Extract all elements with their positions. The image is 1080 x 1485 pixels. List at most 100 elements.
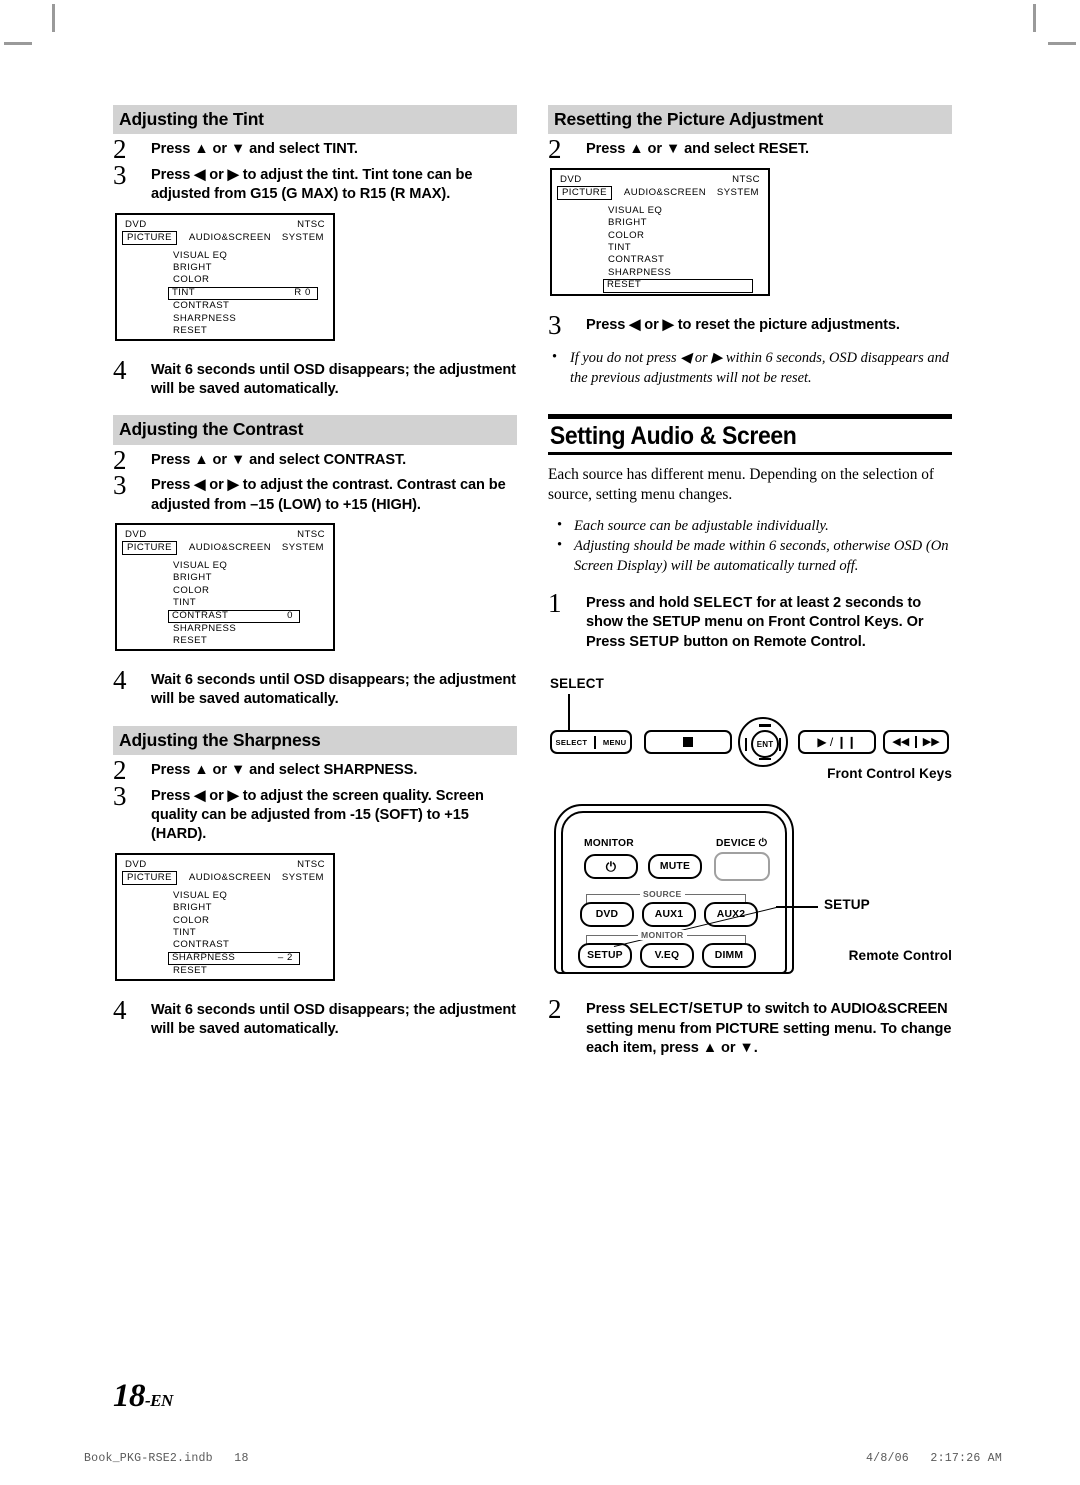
osd-item[interactable]: BRIGHT: [169, 262, 301, 274]
osd-item[interactable]: BRIGHT: [604, 217, 736, 229]
osd-source: DVD: [125, 218, 147, 230]
osd-item-label: BRIGHT: [608, 217, 647, 229]
osd-item[interactable]: SHARPNESS: [604, 267, 736, 279]
osd-item-label: TINT: [172, 286, 196, 298]
osd-tab-system[interactable]: SYSTEM: [278, 542, 325, 554]
osd-tab-system[interactable]: SYSTEM: [278, 872, 325, 884]
down-arrow-icon[interactable]: [759, 757, 771, 761]
osd-tab-audio-screen[interactable]: AUDIO&SCREEN: [185, 872, 275, 884]
step-number: 3: [548, 309, 562, 340]
step-text-segment: Press: [586, 1001, 630, 1018]
osd-item-list: VISUAL EQ BRIGHT COLOR TINT CONTRAST SHA…: [552, 205, 768, 293]
section-heading: Adjusting the Tint: [113, 105, 517, 135]
osd-item-label: CONTRAST: [172, 609, 229, 621]
osd-item[interactable]: CONTRAST: [604, 254, 736, 266]
section-heading: Adjusting the Contrast: [113, 415, 517, 445]
osd-item[interactable]: COLOR: [604, 230, 736, 242]
ent-key[interactable]: ENT: [751, 730, 779, 759]
remote-control-caption: Remote Control: [848, 948, 952, 964]
skip-back-icon[interactable]: ◀◀: [892, 736, 909, 748]
osd-item-label: VISUAL EQ: [608, 204, 663, 216]
osd-item[interactable]: CONTRAST: [169, 300, 301, 312]
step-text: Press ▲ or ▼ and select SHARPNESS.: [151, 762, 418, 779]
dimm-button[interactable]: DIMM: [702, 943, 756, 969]
osd-item[interactable]: VISUAL EQ: [604, 205, 736, 217]
select-callout-leader: [568, 694, 570, 733]
veq-button[interactable]: V.EQ: [640, 943, 694, 969]
device-power-button[interactable]: [714, 852, 770, 882]
osd-item[interactable]: RESET: [169, 965, 301, 977]
osd-item[interactable]: TINT: [169, 597, 301, 609]
osd-item[interactable]: COLOR: [169, 585, 301, 597]
osd-item[interactable]: CONTRAST: [169, 939, 301, 951]
osd-item[interactable]: TINT: [604, 242, 736, 254]
left-arrow-icon[interactable]: [745, 738, 748, 752]
aux1-button[interactable]: AUX1: [642, 902, 696, 928]
osd-item[interactable]: BRIGHT: [169, 902, 301, 914]
select-menu-key[interactable]: SELECT MENU: [550, 730, 632, 755]
osd-item-selected[interactable]: SHARPNESS – 2: [168, 951, 300, 966]
osd-item-label: COLOR: [173, 584, 210, 596]
osd-item[interactable]: RESET: [169, 635, 301, 647]
osd-item[interactable]: TINT: [169, 927, 301, 939]
dvd-button[interactable]: DVD: [580, 902, 634, 928]
osd-item-label: CONTRAST: [173, 939, 230, 951]
osd-tab-picture[interactable]: PICTURE: [122, 870, 177, 885]
osd-tab-system[interactable]: SYSTEM: [713, 187, 760, 199]
footer-filename: Book_PKG-RSE2.indb 18: [84, 1452, 249, 1465]
osd-item-selected[interactable]: TINT R 0: [168, 286, 318, 301]
setup-button[interactable]: SETUP: [578, 943, 632, 969]
chapter-rule-bottom: [548, 452, 952, 455]
step-text: Press ▲ or ▼ and select TINT.: [151, 141, 358, 158]
page-number: 18-EN: [113, 1378, 173, 1415]
front-control-keys-diagram: SELECT SELECT MENU ENT ▶ / ❙❙ ◀◀ ▶▶ Fron…: [548, 672, 952, 792]
osd-tab-picture[interactable]: PICTURE: [557, 185, 612, 200]
osd-item[interactable]: RESET: [169, 325, 301, 337]
osd-item-label: COLOR: [173, 274, 210, 286]
step-number: 4: [113, 665, 127, 695]
osd-tab-picture[interactable]: PICTURE: [122, 541, 177, 555]
osd-item[interactable]: VISUAL EQ: [169, 560, 301, 572]
osd-standard: NTSC: [297, 218, 325, 230]
chapter-setting-audio-and-screen: Setting Audio & Screen: [548, 414, 952, 455]
step-text-segment: Press and hold: [586, 595, 694, 612]
mute-button[interactable]: MUTE: [648, 854, 702, 880]
osd-tab-picture[interactable]: PICTURE: [122, 230, 177, 245]
osd-item-list: VISUAL EQ BRIGHT COLOR TINT R 0 CONTRAST…: [117, 250, 333, 338]
osd-tab-audio-screen[interactable]: AUDIO&SCREEN: [185, 542, 275, 554]
osd-tab-row: PICTURE AUDIO&SCREEN SYSTEM: [117, 540, 333, 555]
power-button[interactable]: ⏻: [584, 854, 638, 880]
osd-item[interactable]: VISUAL EQ: [169, 890, 301, 902]
osd-header-row: DVD NTSC: [117, 525, 333, 540]
ent-navigation-pad[interactable]: ENT: [738, 717, 788, 768]
device-text: DEVICE: [716, 838, 756, 850]
osd-item-label: SHARPNESS: [608, 266, 672, 278]
monitor-group-label: MONITOR: [638, 930, 687, 941]
osd-item[interactable]: VISUAL EQ: [169, 250, 301, 262]
step: 2 Press ▲ or ▼ and select RESET.: [548, 136, 952, 163]
step: 4 Wait 6 seconds until OSD disappears; t…: [113, 667, 517, 710]
footer-timestamp: 4/8/06 2:17:26 AM: [866, 1452, 1002, 1465]
osd-item-selected[interactable]: CONTRAST 0: [168, 609, 300, 624]
osd-screen-contrast: DVD NTSC PICTURE AUDIO&SCREEN SYSTEM VIS…: [115, 523, 335, 651]
osd-item-selected[interactable]: RESET: [603, 279, 753, 293]
osd-tab-audio-screen[interactable]: AUDIO&SCREEN: [185, 232, 275, 244]
osd-item[interactable]: COLOR: [169, 274, 301, 286]
step-number: 1: [548, 588, 562, 619]
stop-key[interactable]: [644, 730, 732, 755]
osd-tab-audio-screen[interactable]: AUDIO&SCREEN: [620, 187, 710, 199]
up-arrow-icon[interactable]: [759, 724, 771, 727]
skip-forward-icon[interactable]: ▶▶: [923, 736, 940, 748]
play-pause-key[interactable]: ▶ / ❙❙: [798, 730, 876, 755]
osd-item[interactable]: SHARPNESS: [169, 313, 301, 325]
osd-tab-system[interactable]: SYSTEM: [278, 232, 325, 244]
osd-item-value: R 0: [294, 286, 311, 298]
step-text: Press and hold SELECT for at least 2 sec…: [586, 595, 924, 650]
select-key-label: SELECT: [555, 737, 588, 747]
osd-item[interactable]: SHARPNESS: [169, 623, 301, 635]
osd-item[interactable]: COLOR: [169, 915, 301, 927]
step-text-segment: SETUP: [629, 633, 680, 650]
osd-item[interactable]: BRIGHT: [169, 572, 301, 584]
skip-key[interactable]: ◀◀ ▶▶: [883, 730, 949, 755]
osd-item-label: SHARPNESS: [173, 623, 237, 635]
